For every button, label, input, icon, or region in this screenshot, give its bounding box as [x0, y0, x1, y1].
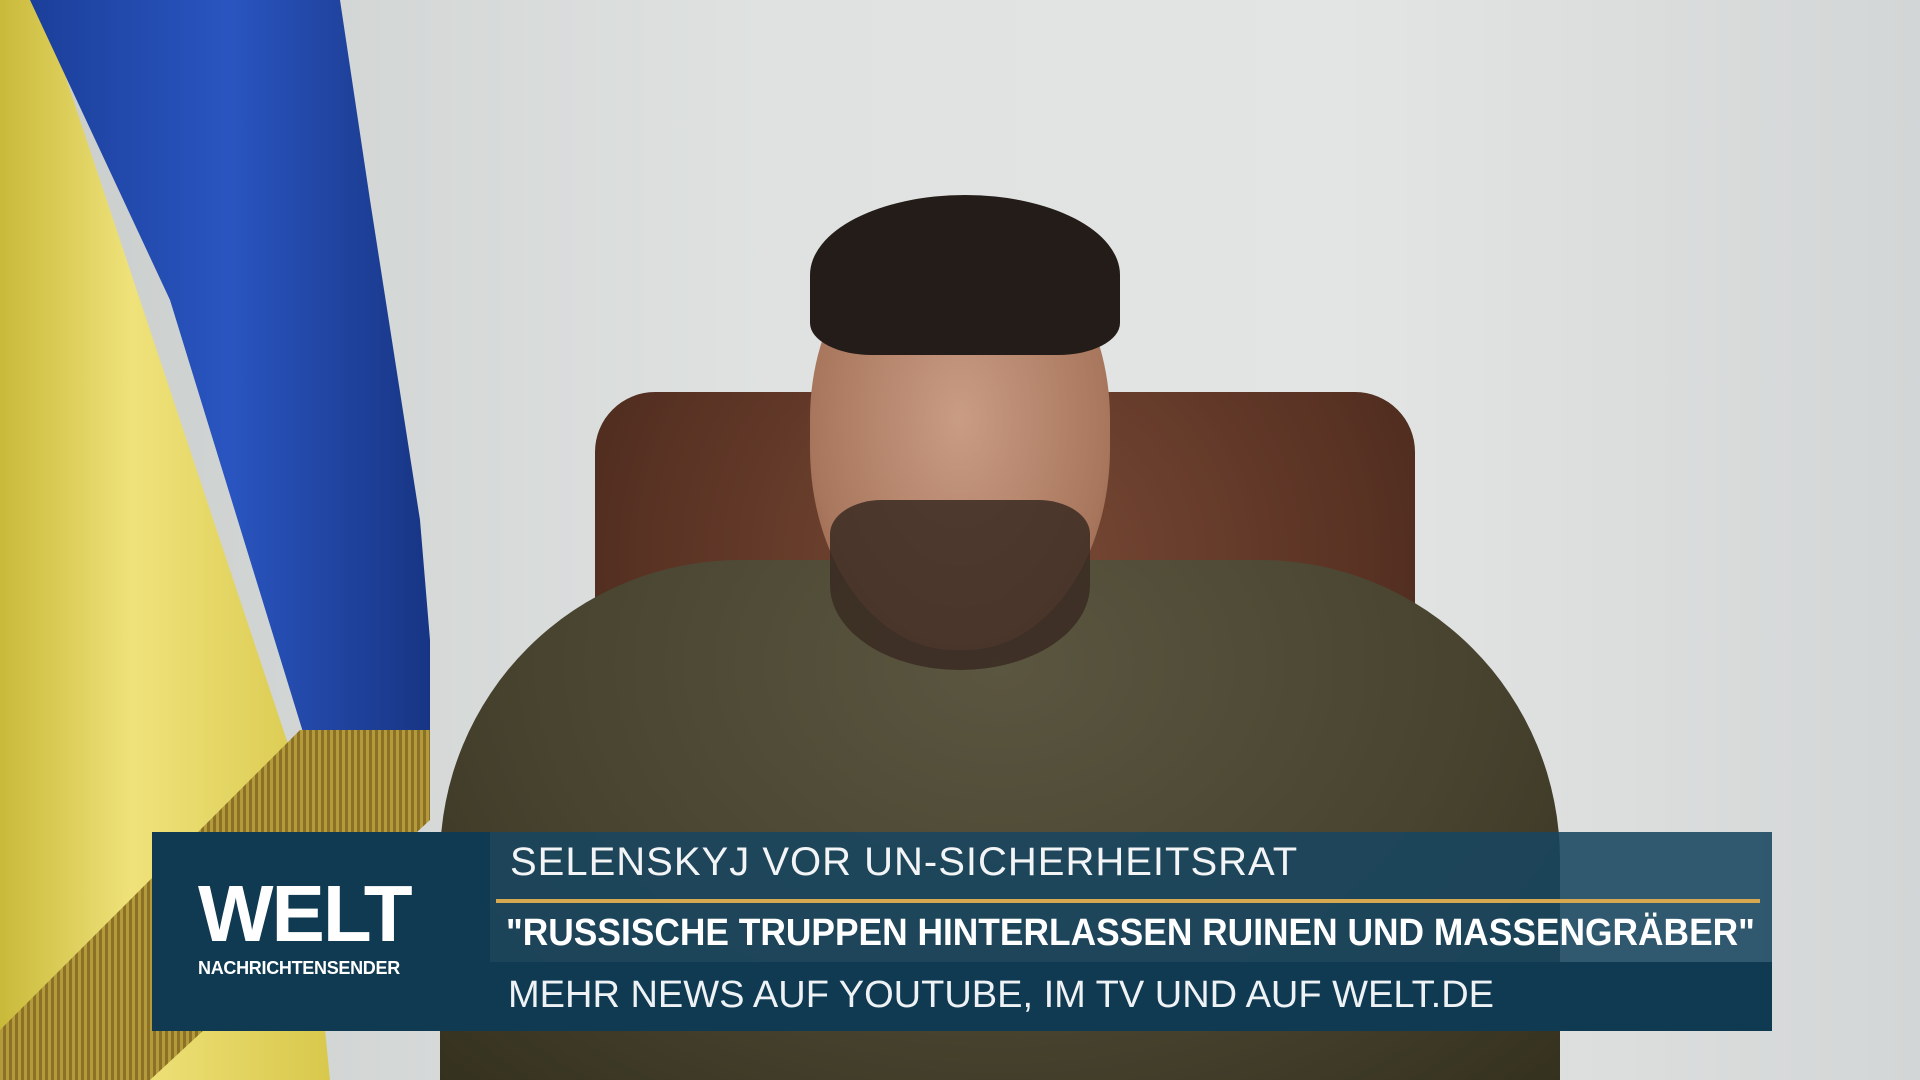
lower-third: WELT NACHRICHTENSENDER SELENSKYJ VOR UN-…: [152, 832, 1772, 1031]
headline-panel: SELENSKYJ VOR UN-SICHERHEITSRAT "RUSSISC…: [490, 832, 1772, 962]
speaker-beard: [830, 500, 1090, 670]
welt-logo: WELT NACHRICHTENSENDER: [152, 832, 490, 1031]
ticker-text: MEHR NEWS AUF YOUTUBE, IM TV UND AUF WEL…: [508, 974, 1494, 1016]
logo-brand: WELT: [198, 869, 413, 958]
speaker-hair: [810, 195, 1120, 355]
topline: SELENSKYJ VOR UN-SICHERHEITSRAT: [510, 840, 1299, 884]
logo-subtitle: NACHRICHTENSENDER: [198, 958, 400, 978]
accent-divider: [496, 899, 1760, 903]
headline-quote: "RUSSISCHE TRUPPEN HINTERLASSEN RUINEN U…: [506, 912, 1755, 954]
ticker-bar: MEHR NEWS AUF YOUTUBE, IM TV UND AUF WEL…: [490, 962, 1772, 1031]
